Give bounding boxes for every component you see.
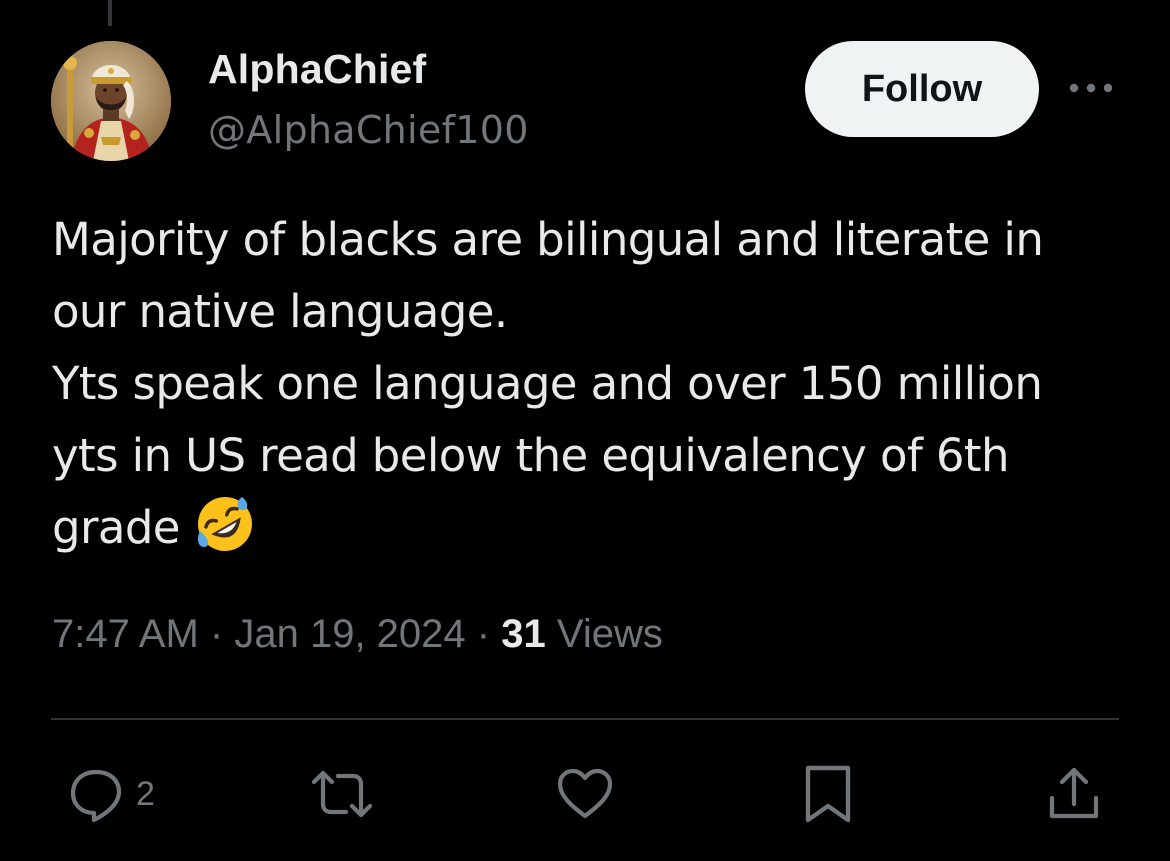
avatar[interactable] <box>51 41 171 161</box>
author-handle[interactable]: @AlphaChief100 <box>208 108 529 152</box>
tweet-text-line: Yts speak one language and over 150 mill… <box>52 357 1043 410</box>
views-label: Views <box>556 612 663 656</box>
tweet-metadata: 7:47 AM · Jan 19, 2024 · 31 Views <box>52 612 663 657</box>
reply-icon <box>70 769 122 823</box>
tweet-text-line: our native language. <box>52 285 508 338</box>
avatar-portrait-icon <box>51 41 171 161</box>
meta-separator: · <box>209 612 224 656</box>
divider <box>51 718 1119 720</box>
tweet-text-line-last: grade <box>52 492 1132 564</box>
retweet-icon <box>311 770 373 818</box>
reply-count: 2 <box>136 774 155 813</box>
views-count: 31 <box>501 612 546 656</box>
meta-separator: · <box>476 612 491 656</box>
more-options-icon[interactable] <box>1066 76 1116 100</box>
heart-icon <box>557 768 613 819</box>
tweet-text-line: yts in US read below the equivalency of … <box>52 429 1009 482</box>
author-display-name[interactable]: AlphaChief <box>208 46 426 93</box>
rolling-laughing-emoji-icon <box>194 493 256 555</box>
reply-button[interactable]: 2 <box>66 764 155 824</box>
follow-button[interactable]: Follow <box>805 41 1039 137</box>
share-icon <box>1049 767 1099 819</box>
tweet-text: Majority of blacks are bilingual and lit… <box>52 204 1132 564</box>
tweet-date[interactable]: Jan 19, 2024 <box>234 612 465 656</box>
bookmark-button[interactable] <box>800 764 856 824</box>
thread-connector-line <box>108 0 112 26</box>
share-button[interactable] <box>1044 764 1104 824</box>
retweet-button[interactable] <box>308 764 376 824</box>
bookmark-icon <box>805 765 851 823</box>
tweet-text-line: Majority of blacks are bilingual and lit… <box>52 213 1044 266</box>
tweet-time[interactable]: 7:47 AM <box>52 612 199 656</box>
tweet-text-fragment: grade <box>52 501 181 554</box>
like-button[interactable] <box>555 764 615 824</box>
